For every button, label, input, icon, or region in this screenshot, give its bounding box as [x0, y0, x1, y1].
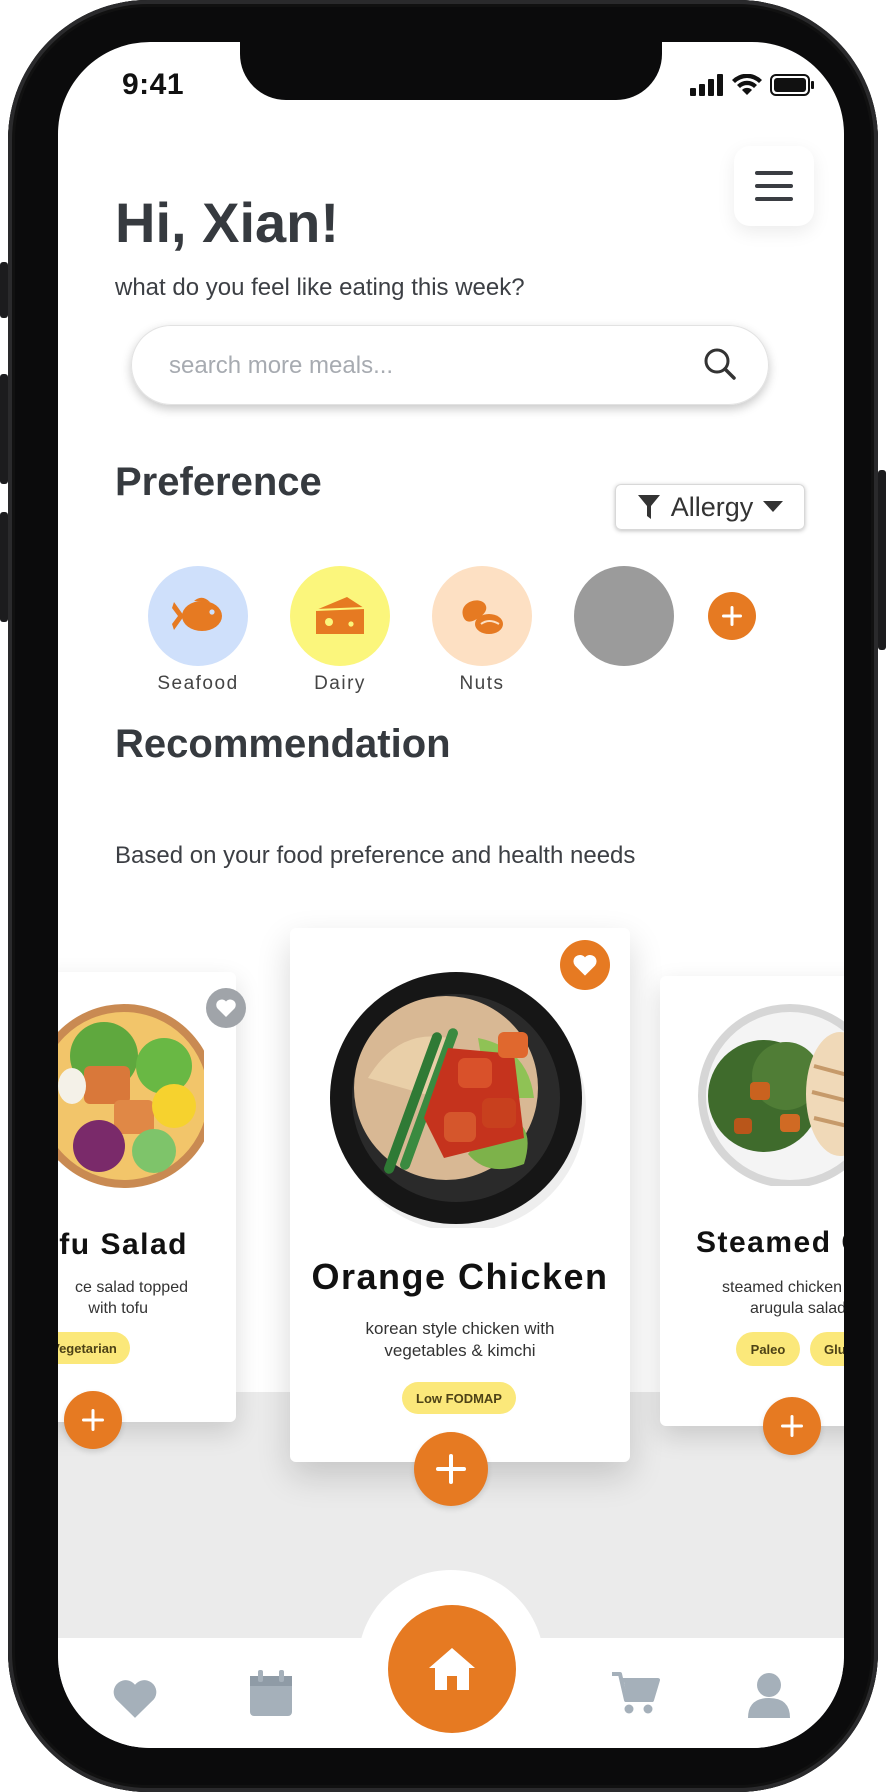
plus-icon	[722, 606, 742, 626]
plus-icon	[436, 1454, 466, 1484]
diet-tag: Vegetarian	[58, 1332, 130, 1364]
preference-item-dairy[interactable]: Dairy	[290, 566, 390, 695]
app-screen: 9:41 Hi, Xian! what do you feel like eat…	[58, 42, 844, 1748]
greeting-title: Hi, Xian!	[115, 191, 340, 254]
fish-icon	[172, 597, 222, 631]
meal-description: korean style chicken with vegetables & k…	[290, 1318, 630, 1362]
battery-icon	[770, 74, 814, 96]
recommendation-subtitle: Based on your food preference and health…	[115, 842, 636, 869]
menu-button[interactable]	[734, 146, 814, 226]
meal-description: steamed chicken w arugula salad	[722, 1278, 844, 1320]
chevron-down-icon	[763, 501, 784, 512]
status-time: 9:41	[122, 68, 185, 101]
search-bar[interactable]	[131, 325, 769, 405]
preference-item-seafood[interactable]: Seafood	[148, 566, 248, 695]
meal-title: Orange Chicken	[311, 1256, 609, 1297]
volume-down-button	[0, 512, 8, 622]
volume-up-button	[0, 374, 8, 484]
plus-icon	[781, 1415, 803, 1437]
meal-image-steamed-chicken	[698, 1004, 844, 1186]
meal-description-line: arugula salad	[750, 1299, 844, 1317]
preference-label: Dairy	[314, 673, 366, 694]
add-preference-button[interactable]	[708, 592, 756, 640]
signal-icon	[690, 74, 723, 96]
preference-title: Preference	[115, 460, 322, 504]
nav-cart-icon[interactable]	[610, 1670, 660, 1716]
allergy-filter-label: Allergy	[670, 491, 754, 522]
status-icons	[690, 74, 814, 96]
greeting-subtitle: what do you feel like eating this week?	[115, 274, 525, 301]
meal-card-orange-chicken[interactable]: Orange Chicken korean style chicken with…	[290, 928, 630, 1462]
nav-home-button[interactable]	[388, 1605, 516, 1733]
meal-card-steamed-chicken[interactable]: Steamed C steamed chicken w arugula sala…	[660, 976, 844, 1426]
add-meal-button[interactable]	[64, 1391, 122, 1449]
power-button	[878, 470, 886, 650]
cheese-icon	[315, 597, 365, 634]
preference-circle	[290, 566, 390, 666]
nav-calendar-icon[interactable]	[248, 1668, 294, 1718]
favorite-button[interactable]	[560, 940, 610, 990]
recommendation-title: Recommendation	[115, 722, 451, 766]
meal-description-line: korean style chicken with	[365, 1319, 555, 1338]
favorite-button[interactable]	[206, 988, 246, 1028]
menu-bar	[755, 171, 793, 175]
nav-profile-icon[interactable]	[746, 1672, 792, 1718]
filter-icon	[637, 495, 660, 519]
nav-heart-icon[interactable]	[112, 1678, 158, 1720]
meal-description: ce salad topped with tofu	[58, 1278, 188, 1320]
preference-item-nuts[interactable]: Nuts	[432, 566, 532, 695]
preference-circle	[148, 566, 248, 666]
search-icon[interactable]	[703, 347, 737, 381]
diet-tag: Paleo	[736, 1332, 800, 1366]
preference-label: Seafood	[157, 673, 239, 694]
meal-card-tofu-salad[interactable]: ofu Salad ce salad topped with tofu Vege…	[58, 972, 246, 1422]
search-input[interactable]	[167, 347, 651, 385]
meal-description-line: ce salad topped	[75, 1279, 188, 1296]
preference-label: Nuts	[459, 673, 505, 694]
meal-image-orange-chicken	[330, 972, 586, 1228]
mute-switch	[0, 262, 8, 318]
plus-icon	[82, 1409, 104, 1431]
menu-bar	[755, 197, 793, 201]
meal-title: ofu Salad	[58, 1228, 188, 1261]
preference-placeholder-circle	[574, 566, 674, 666]
preference-circle	[432, 566, 532, 666]
meal-description-line: vegetables & kimchi	[384, 1341, 536, 1361]
notch	[240, 42, 662, 100]
allergy-filter-dropdown[interactable]: Allergy	[615, 484, 805, 530]
meal-image-salad	[58, 1004, 204, 1188]
meal-description-line: steamed chicken w	[722, 1279, 844, 1296]
heart-icon	[573, 954, 597, 976]
home-icon	[429, 1648, 475, 1690]
phone-frame: 9:41 Hi, Xian! what do you feel like eat…	[8, 0, 878, 1792]
heart-icon	[216, 999, 236, 1017]
diet-tag: Low FODMAP	[402, 1382, 516, 1414]
add-meal-button[interactable]	[414, 1432, 488, 1506]
diet-tag: Glute	[810, 1332, 844, 1366]
preference-item-empty[interactable]	[574, 566, 674, 673]
meal-title: Steamed C	[696, 1226, 844, 1259]
nuts-icon	[462, 600, 503, 634]
add-meal-button[interactable]	[763, 1397, 821, 1455]
menu-bar	[755, 184, 793, 188]
meal-description-line: with tofu	[88, 1299, 148, 1317]
wifi-icon	[732, 74, 762, 95]
